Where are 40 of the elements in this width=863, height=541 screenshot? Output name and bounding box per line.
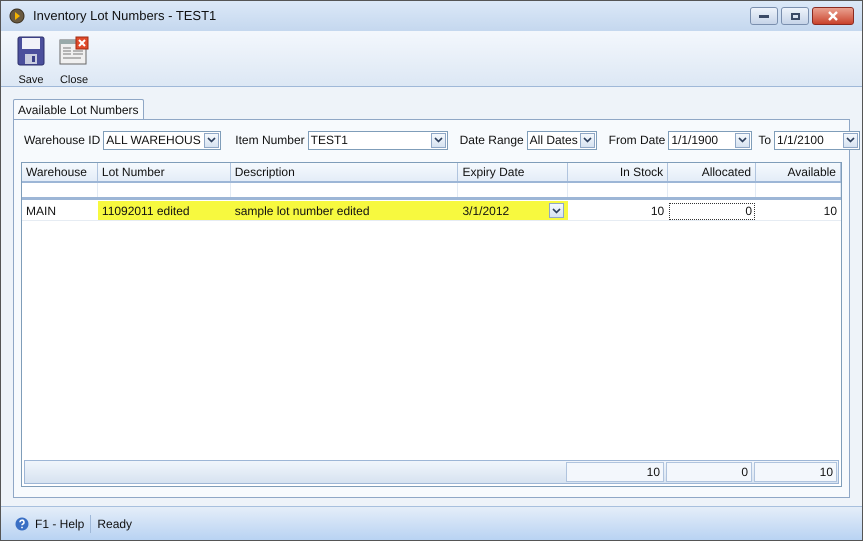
save-button[interactable]: Save [17,36,45,88]
dropdown-field[interactable]: TEST1 [308,130,448,150]
column-header[interactable]: Warehouse [22,163,98,181]
window-title: Inventory Lot Numbers - TEST1 [33,7,218,26]
column-header[interactable]: Description [230,163,458,181]
dropdown-field[interactable]: 1/1/2100 [774,130,860,150]
filter-label: From Date [608,132,666,149]
dropdown-field[interactable]: ALL WAREHOUS [103,130,222,150]
table-cell: sample lot number edited [230,201,458,220]
column-header[interactable]: Lot Number [98,163,231,181]
app-icon [9,8,25,24]
total-cell: 0 [666,462,752,482]
column-header[interactable]: Allocated [668,163,756,181]
table-cell-text: MAIN [25,202,57,220]
minimize-button[interactable] [750,7,778,25]
maximize-button[interactable] [781,7,809,25]
table-cell-text: 10 [822,202,838,220]
filter-label: To [758,132,772,149]
table-cell: 11092011 edited [98,201,231,220]
column-header[interactable]: In Stock [568,163,668,181]
close-window-icon [59,36,89,66]
table-cell-text: 10 [650,202,666,220]
dropdown-field[interactable]: All Dates [526,130,597,150]
help-hint: F1 - Help [35,514,92,532]
total-cell: 10 [754,462,837,482]
close-button[interactable]: Close [59,36,89,88]
column-header[interactable]: Available [756,163,841,181]
filter-label: Date Range [460,132,524,149]
filter-label: Item Number [235,132,305,149]
close-button[interactable] [812,7,854,25]
filter-label: Warehouse ID [24,132,100,149]
table-cell: 3/1/2012 [458,201,568,220]
tab[interactable]: Available Lot Numbers [13,99,144,120]
close-icon [827,11,839,21]
column-header[interactable]: Expiry Date [458,163,568,181]
cell-input[interactable]: 0 [669,202,756,220]
help-icon[interactable] [15,516,29,530]
status-text: Ready [97,516,132,532]
total-cell: 10 [566,462,664,482]
dropdown-field[interactable]: 1/1/1900 [668,130,752,150]
